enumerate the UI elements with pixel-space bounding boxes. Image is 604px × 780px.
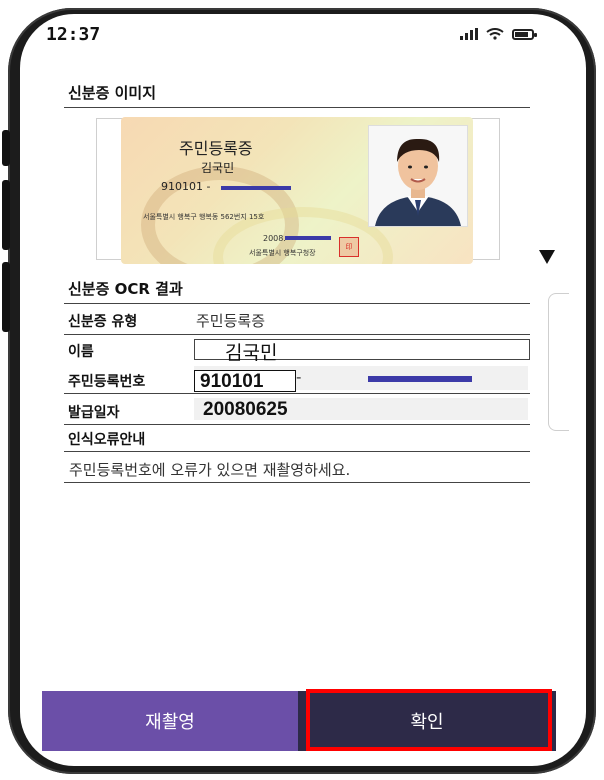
name-value: 김국민	[225, 342, 278, 364]
issue-date-label: 발급일자	[68, 405, 120, 421]
name-field[interactable]: 김국민	[194, 339, 530, 364]
card-name: 김국민	[201, 161, 235, 175]
card-photo	[368, 125, 468, 227]
card-address: 서울특별시 행복구 행복동 562번지 15호	[143, 213, 265, 221]
id-card-image: 주민등록증 김국민 910101 - 서울특별시 행복구 행복동 562번지 1…	[121, 117, 473, 264]
card-title: 주민등록증	[179, 139, 253, 158]
status-icons	[460, 28, 537, 40]
battery-icon	[512, 28, 537, 40]
divider	[64, 424, 530, 425]
signal-icon	[460, 28, 478, 40]
rrn-value: 910101	[200, 371, 264, 392]
status-time: 12:37	[46, 24, 101, 45]
divider	[64, 303, 530, 304]
volume-button-upper	[2, 130, 10, 166]
person-photo-icon	[369, 126, 467, 226]
retake-button[interactable]: 재촬영	[42, 691, 298, 751]
rrn-label: 주민등록번호	[68, 374, 146, 390]
issue-date-value[interactable]: 20080625	[203, 399, 288, 421]
divider	[64, 482, 530, 483]
confirm-button[interactable]: 확인	[298, 691, 556, 751]
play-arrow-icon	[539, 250, 555, 264]
card-issue-date: 2008.	[263, 234, 286, 243]
card-rrn: 910101 -	[161, 180, 211, 193]
card-rrn-redaction	[221, 186, 291, 190]
rrn-field[interactable]: 910101	[194, 370, 296, 392]
card-date-redaction	[285, 236, 331, 240]
side-button	[2, 262, 10, 332]
ocr-section-title: 신분증 OCR 결과	[68, 280, 183, 298]
divider	[64, 451, 530, 452]
id-type-value: 주민등록증	[196, 312, 266, 330]
seal-stamp: 印	[339, 237, 359, 257]
id-image-section-title: 신분증 이미지	[68, 84, 157, 102]
volume-button-lower	[2, 180, 10, 250]
rrn-redaction	[368, 376, 472, 382]
divider	[64, 393, 530, 394]
rrn-separator: -	[296, 368, 302, 386]
scrollbar-track[interactable]	[548, 293, 569, 431]
name-label: 이름	[68, 344, 94, 360]
card-issuer: 서울특별시 행복구청장	[249, 249, 316, 257]
divider	[64, 107, 530, 108]
error-section-title: 인식오류안내	[68, 432, 146, 448]
wifi-icon	[486, 28, 504, 40]
divider	[64, 334, 530, 335]
id-type-label: 신분증 유형	[68, 314, 138, 330]
error-notice-text: 주민등록번호에 오류가 있으면 재촬영하세요.	[69, 461, 351, 479]
